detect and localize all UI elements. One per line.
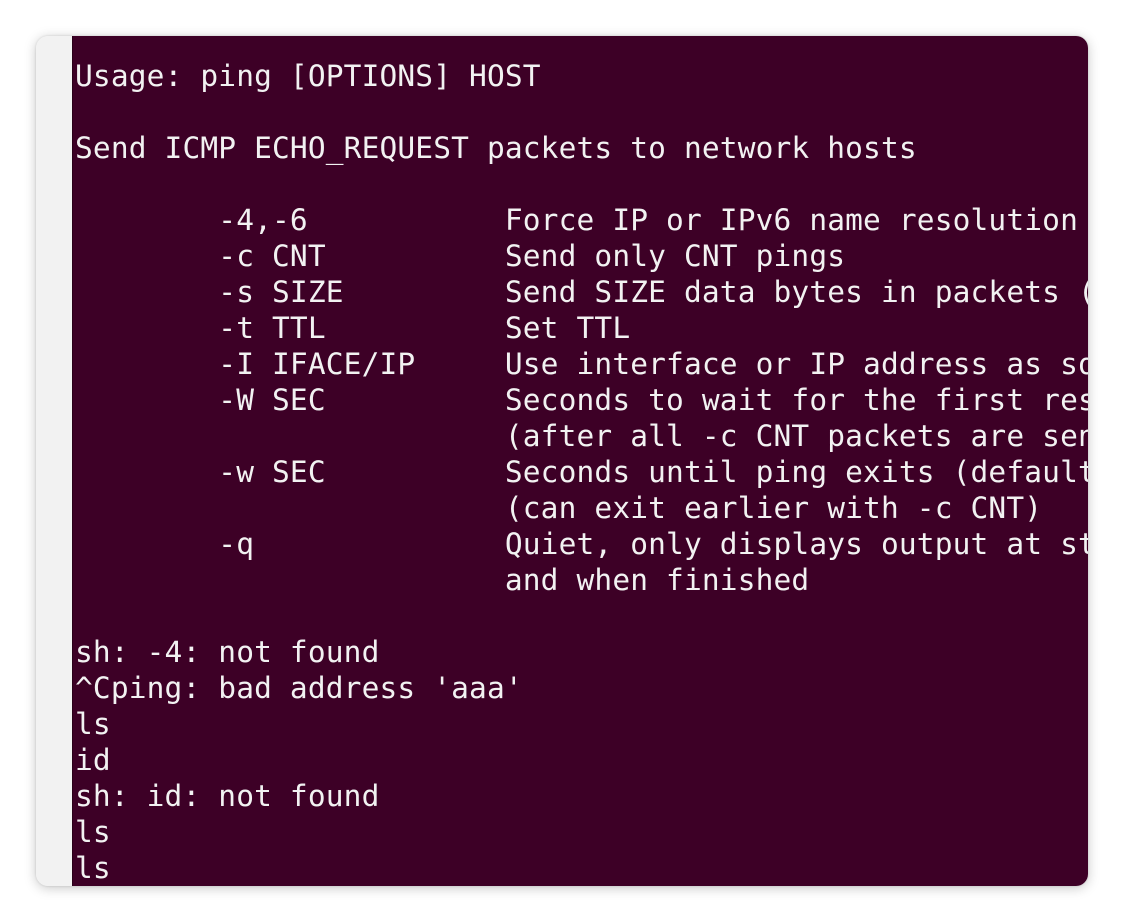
terminal-line: -4,-6 Force IP or IPv6 name resolution [75,203,1078,237]
screenshot-frame: Usage: ping [OPTIONS] HOST Send ICMP ECHO… [36,36,1088,886]
terminal-line: Usage: ping [OPTIONS] HOST [75,59,541,93]
terminal-line: -I IFACE/IP Use interface or IP address … [75,347,1088,381]
window-side-strip [36,36,72,886]
terminal-line: -W SEC Seconds to wait for the first res [75,383,1088,417]
terminal-line: (can exit earlier with -c CNT) [75,491,1043,525]
terminal-line: sh: id: not found [75,779,380,813]
terminal-line: Send ICMP ECHO_REQUEST packets to networ… [75,131,917,165]
terminal-line: -c CNT Send only CNT pings [75,239,846,273]
terminal-line: ls [75,851,111,885]
terminal-line: -q Quiet, only displays output at st [75,527,1088,561]
terminal-line: ^Cping: bad address 'aaa' [75,671,523,705]
terminal-line: -s SIZE Send SIZE data bytes in packets … [75,275,1088,309]
terminal-line: (after all -c CNT packets are sen [75,419,1088,453]
terminal-line: ls [75,815,111,849]
terminal-line: ls [75,707,111,741]
terminal-line: id [75,743,111,777]
terminal-line: and when finished [75,563,810,597]
terminal-window[interactable]: Usage: ping [OPTIONS] HOST Send ICMP ECHO… [72,36,1088,886]
terminal-line: -t TTL Set TTL [75,311,631,345]
terminal-output: Usage: ping [OPTIONS] HOST Send ICMP ECHO… [75,58,1088,886]
terminal-line: -w SEC Seconds until ping exits (default [75,455,1088,489]
terminal-line: sh: -4: not found [75,635,380,669]
